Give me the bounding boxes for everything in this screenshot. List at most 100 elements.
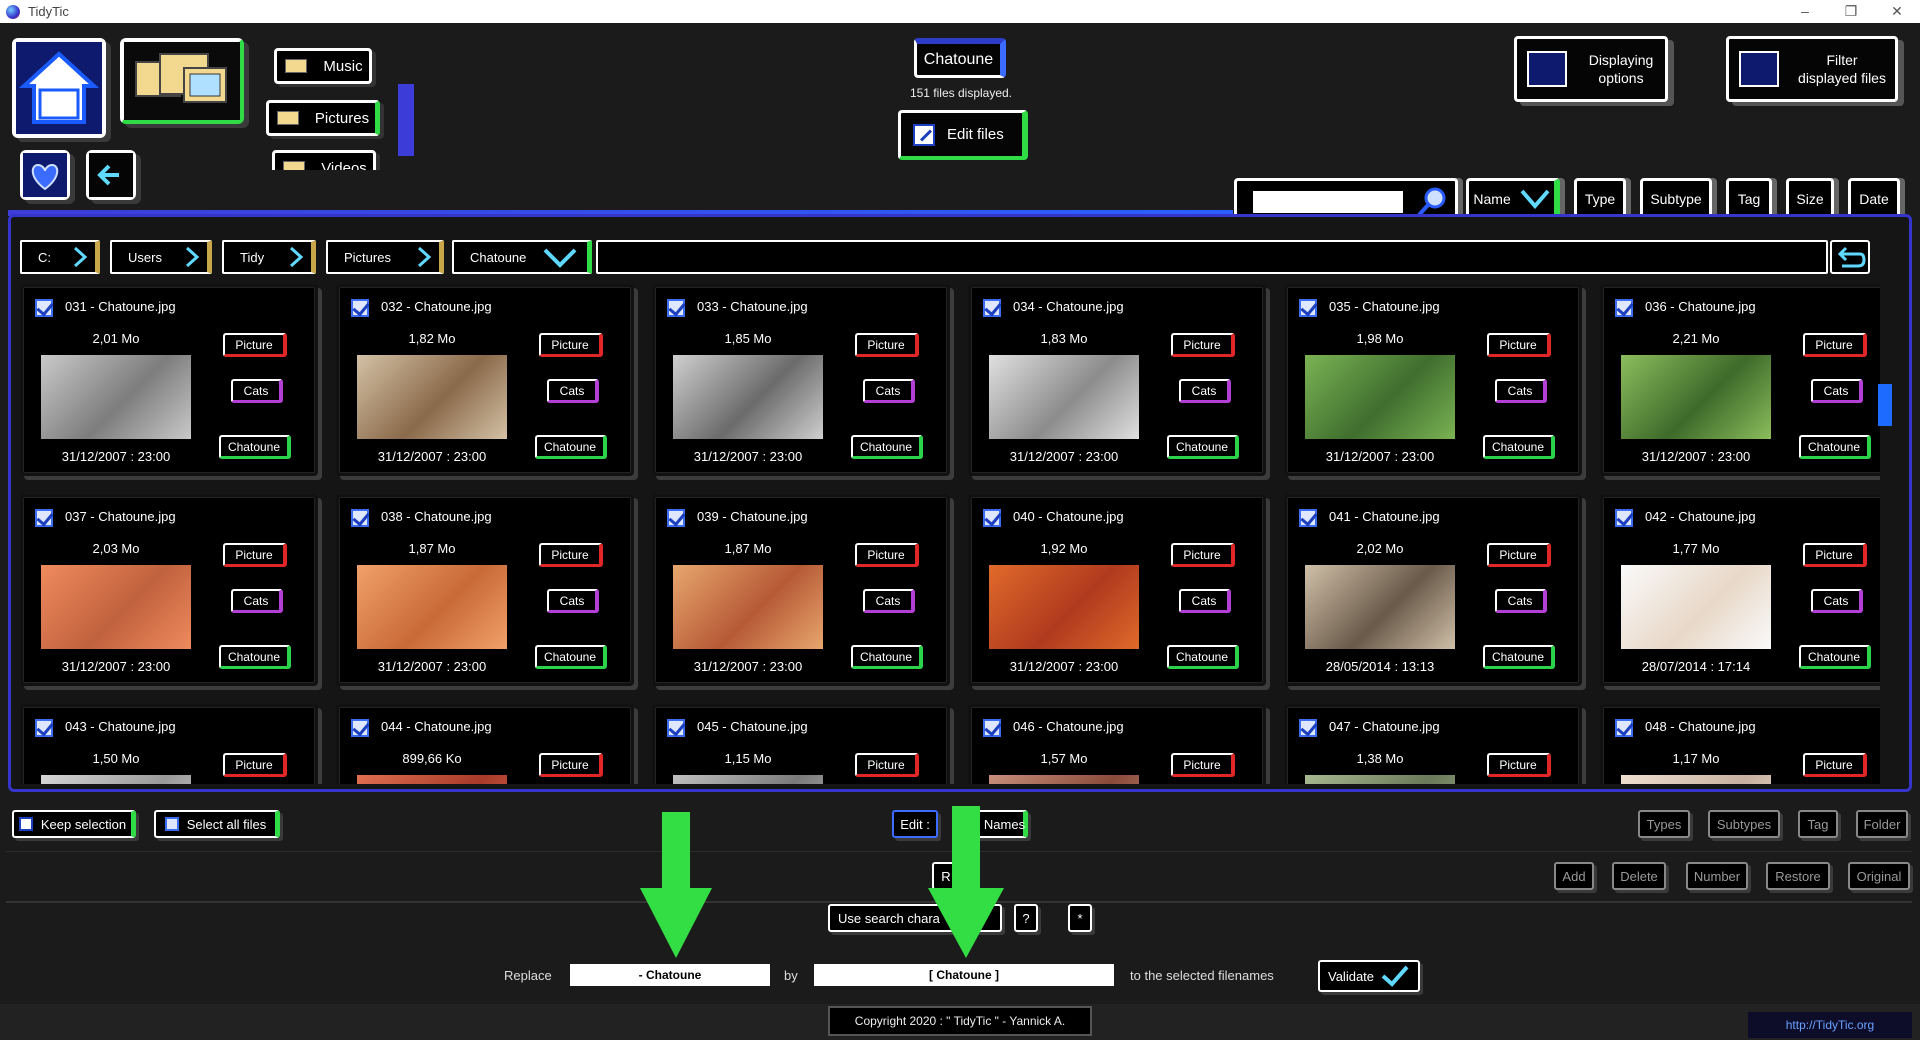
edit-files-button[interactable]: Edit files	[898, 110, 1028, 160]
select-all-button[interactable]: Select all files	[154, 810, 280, 838]
validate-button[interactable]: Validate	[1318, 960, 1420, 992]
type-tag[interactable]: Picture	[855, 333, 919, 357]
file-thumbnail[interactable]	[673, 565, 823, 649]
star-button[interactable]: *	[1068, 904, 1092, 932]
file-card[interactable]: 036 - Chatoune.jpg 2,21 Mo 31/12/2007 : 23…	[1600, 284, 1880, 476]
type-tag[interactable]: Picture	[223, 333, 287, 357]
file-thumbnail[interactable]	[357, 775, 507, 784]
subtype-tag[interactable]: Cats	[231, 379, 283, 403]
tag-chip[interactable]: Chatoune	[219, 645, 291, 669]
subtype-tag[interactable]: Cats	[1495, 589, 1547, 613]
subtype-tag[interactable]: Cats	[1811, 379, 1863, 403]
file-grid-scrollbar[interactable]	[1878, 384, 1892, 426]
file-card[interactable]: 042 - Chatoune.jpg 1,77 Mo 28/07/2014 : 17…	[1600, 494, 1880, 686]
file-card[interactable]: 037 - Chatoune.jpg 2,03 Mo 31/12/2007 : 23…	[20, 494, 318, 686]
path-bar[interactable]	[596, 240, 1828, 274]
back-button[interactable]	[86, 150, 136, 200]
file-thumbnail[interactable]	[1621, 355, 1771, 439]
delete-button[interactable]: Delete	[1612, 862, 1666, 890]
keep-selection-button[interactable]: Keep selection	[12, 810, 136, 838]
subtype-tag[interactable]: Cats	[863, 589, 915, 613]
restore-icon[interactable]: ❐	[1828, 0, 1874, 23]
checkbox-checked-icon[interactable]	[1299, 299, 1317, 317]
checkbox-checked-icon[interactable]	[667, 719, 685, 737]
breadcrumb-tidy[interactable]: Tidy	[222, 240, 316, 274]
file-card[interactable]: 040 - Chatoune.jpg 1,92 Mo 31/12/2007 : 23…	[968, 494, 1266, 686]
type-tag[interactable]: Picture	[1803, 753, 1867, 777]
file-thumbnail[interactable]	[357, 355, 507, 439]
checkbox-checked-icon[interactable]	[1615, 299, 1633, 317]
breadcrumb-chatoune[interactable]: Chatoune	[452, 240, 592, 274]
file-card[interactable]: 039 - Chatoune.jpg 1,87 Mo 31/12/2007 : 23…	[652, 494, 950, 686]
file-thumbnail[interactable]	[989, 565, 1139, 649]
checkbox-checked-icon[interactable]	[1615, 719, 1633, 737]
type-tag[interactable]: Picture	[1487, 543, 1551, 567]
tag-chip[interactable]: Chatoune	[1799, 435, 1871, 459]
checkbox-checked-icon[interactable]	[667, 509, 685, 527]
type-tag[interactable]: Picture	[1803, 543, 1867, 567]
file-card[interactable]: 034 - Chatoune.jpg 1,83 Mo 31/12/2007 : 23…	[968, 284, 1266, 476]
file-thumbnail[interactable]	[1305, 355, 1455, 439]
checkbox-checked-icon[interactable]	[983, 299, 1001, 317]
file-thumbnail[interactable]	[1621, 775, 1771, 784]
folder-button[interactable]: Folder	[1856, 810, 1908, 838]
tag-chip[interactable]: Chatoune	[1167, 645, 1239, 669]
file-card[interactable]: 047 - Chatoune.jpg 1,38 Mo Picture	[1284, 704, 1582, 784]
tag-button[interactable]: Tag	[1798, 810, 1838, 838]
type-tag[interactable]: Picture	[539, 543, 603, 567]
tag-chip[interactable]: Chatoune	[851, 435, 923, 459]
type-tag[interactable]: Picture	[1171, 543, 1235, 567]
breadcrumb-users[interactable]: Users	[110, 240, 212, 274]
type-tag[interactable]: Picture	[539, 333, 603, 357]
subtype-tag[interactable]: Cats	[1811, 589, 1863, 613]
checkbox-checked-icon[interactable]	[35, 719, 53, 737]
checkbox-checked-icon[interactable]	[1299, 719, 1317, 737]
nav-videos-button[interactable]: Videos	[272, 150, 376, 170]
type-tag[interactable]: Picture	[1487, 753, 1551, 777]
file-card[interactable]: 045 - Chatoune.jpg 1,15 Mo Picture	[652, 704, 950, 784]
close-icon[interactable]: ✕	[1874, 0, 1920, 23]
type-tag[interactable]: Picture	[539, 753, 603, 777]
tag-chip[interactable]: Chatoune	[535, 645, 607, 669]
subtype-tag[interactable]: Cats	[547, 379, 599, 403]
file-thumbnail[interactable]	[673, 775, 823, 784]
checkbox-checked-icon[interactable]	[351, 299, 369, 317]
file-thumbnail[interactable]	[1305, 565, 1455, 649]
checkbox-checked-icon[interactable]	[1615, 509, 1633, 527]
question-button[interactable]: ?	[1014, 904, 1038, 932]
file-card[interactable]: 041 - Chatoune.jpg 2,02 Mo 28/05/2014 : 13…	[1284, 494, 1582, 686]
type-tag[interactable]: Picture	[1487, 333, 1551, 357]
subtype-tag[interactable]: Cats	[1495, 379, 1547, 403]
file-card[interactable]: 046 - Chatoune.jpg 1,57 Mo Picture	[968, 704, 1266, 784]
favorites-button[interactable]	[20, 150, 70, 200]
tag-chip[interactable]: Chatoune	[1799, 645, 1871, 669]
types-button[interactable]: Types	[1638, 810, 1690, 838]
nav-scrollbar[interactable]	[398, 84, 414, 156]
tag-chip[interactable]: Chatoune	[1483, 645, 1555, 669]
file-thumbnail[interactable]	[41, 355, 191, 439]
subtype-tag[interactable]: Cats	[1179, 589, 1231, 613]
nav-pictures-button[interactable]: Pictures	[266, 100, 380, 136]
checkbox-checked-icon[interactable]	[351, 509, 369, 527]
original-button[interactable]: Original	[1848, 862, 1910, 890]
checkbox-checked-icon[interactable]	[983, 719, 1001, 737]
tag-chip[interactable]: Chatoune	[219, 435, 291, 459]
subtype-tag[interactable]: Cats	[547, 589, 599, 613]
replace-input[interactable]	[570, 964, 770, 986]
displaying-options-button[interactable]: Displaying options	[1514, 36, 1668, 102]
tag-chip[interactable]: Chatoune	[1167, 435, 1239, 459]
type-tag[interactable]: Picture	[855, 543, 919, 567]
type-tag[interactable]: Picture	[1171, 753, 1235, 777]
checkbox-checked-icon[interactable]	[983, 509, 1001, 527]
tag-chip[interactable]: Chatoune	[1483, 435, 1555, 459]
home-button[interactable]	[12, 38, 106, 138]
minimize-icon[interactable]: –	[1782, 0, 1828, 23]
website-link[interactable]: http://TidyTic.org	[1748, 1012, 1912, 1038]
subtypes-button[interactable]: Subtypes	[1708, 810, 1780, 838]
file-card[interactable]: 043 - Chatoune.jpg 1,50 Mo Picture	[20, 704, 318, 784]
file-thumbnail[interactable]	[989, 775, 1139, 784]
subtype-tag[interactable]: Cats	[231, 589, 283, 613]
restore-button[interactable]: Restore	[1766, 862, 1830, 890]
type-tag[interactable]: Picture	[1803, 333, 1867, 357]
file-thumbnail[interactable]	[989, 355, 1139, 439]
